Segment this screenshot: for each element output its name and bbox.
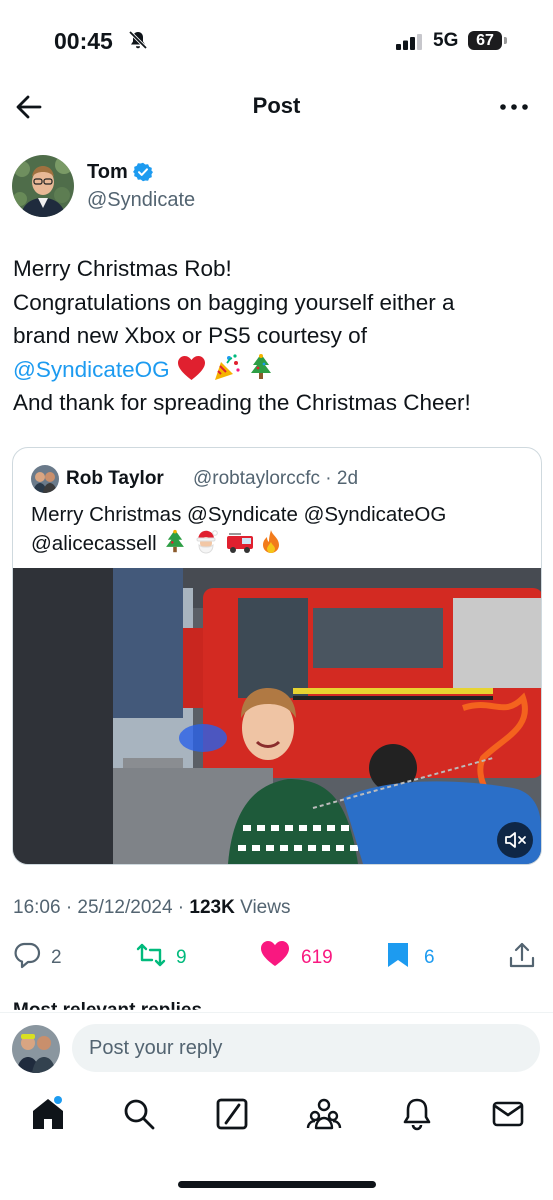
share-button[interactable] xyxy=(509,941,537,973)
post-timestamp-views: 16:06 · 25/12/2024 · 123K Views xyxy=(13,897,290,919)
quoted-text-line: Merry Christmas @Syndicate @SyndicateOG xyxy=(31,503,447,526)
volume-muted-icon xyxy=(505,832,526,848)
repost-icon xyxy=(136,943,166,967)
mute-video-button[interactable] xyxy=(497,822,533,858)
reply-button[interactable]: 2 xyxy=(13,941,73,973)
reply-composer xyxy=(0,1012,553,1081)
author-name[interactable]: Tom xyxy=(87,161,128,184)
like-button[interactable]: 619 xyxy=(261,941,341,973)
fire-engine-emoji-icon xyxy=(226,533,253,553)
reply-count: 2 xyxy=(51,947,62,968)
reply-bubble-icon xyxy=(14,942,41,969)
fire-emoji-icon xyxy=(263,530,280,553)
status-time: 00:45 xyxy=(54,28,113,54)
santa-emoji-icon xyxy=(196,530,218,554)
post-text-line-mention: @SyndicateOG xyxy=(13,353,533,387)
home-indicator xyxy=(178,1181,376,1188)
christmas-tree-emoji-icon xyxy=(166,529,185,553)
bell-off-icon xyxy=(128,30,148,50)
top-navigation: Post xyxy=(0,80,553,134)
battery-tip xyxy=(504,37,507,44)
bookmark-button[interactable]: 6 xyxy=(386,941,446,973)
signal-strength-icon xyxy=(396,34,422,50)
mention-link[interactable]: @SyndicateOG xyxy=(13,357,170,382)
search-icon[interactable] xyxy=(121,1096,157,1132)
quoted-avatar[interactable] xyxy=(31,465,59,493)
share-icon xyxy=(509,942,535,968)
video-frame-image xyxy=(13,568,541,864)
bottom-tab-bar xyxy=(0,1080,553,1154)
quoted-post[interactable]: Rob Taylor @robtaylorccfc · 2d Merry Chr… xyxy=(12,447,542,865)
post-author: Tom @Syndicate xyxy=(12,155,532,219)
communities-icon[interactable] xyxy=(306,1096,342,1132)
grok-icon[interactable] xyxy=(214,1096,250,1132)
quoted-post-header: Rob Taylor @robtaylorccfc · 2d xyxy=(31,465,531,493)
red-heart-emoji-icon xyxy=(177,355,205,380)
post-text-line: brand new Xbox or PS5 courtesy of xyxy=(13,323,367,348)
notifications-bell-icon[interactable] xyxy=(399,1096,435,1132)
quoted-author-handle: @robtaylorccfc · 2d xyxy=(193,468,359,489)
network-type: 5G xyxy=(433,30,459,51)
quoted-text-line-emoji: @alicecassell xyxy=(31,529,521,558)
more-horizontal-icon[interactable] xyxy=(498,92,530,122)
post-text-line: Merry Christmas Rob! xyxy=(13,256,232,281)
post-timestamp: 16:06 · 25/12/2024 · xyxy=(13,897,190,918)
battery-level: 67 xyxy=(468,31,502,50)
messages-mail-icon[interactable] xyxy=(490,1096,526,1132)
reply-input[interactable] xyxy=(72,1024,540,1072)
current-user-avatar[interactable] xyxy=(12,1025,60,1073)
bookmark-icon xyxy=(388,943,408,967)
post-text: Merry Christmas Rob! Congratulations on … xyxy=(13,252,533,420)
repost-count: 9 xyxy=(176,947,187,968)
quoted-post-text: Merry Christmas @Syndicate @SyndicateOG … xyxy=(31,501,521,558)
verified-badge-icon xyxy=(133,162,153,182)
author-handle[interactable]: @Syndicate xyxy=(87,189,195,212)
page-title: Post xyxy=(252,93,301,118)
repost-button[interactable]: 9 xyxy=(136,941,196,973)
views-label: Views xyxy=(234,897,291,918)
post-text-line: And thank for spreading the Christmas Ch… xyxy=(13,390,471,415)
christmas-tree-emoji-icon xyxy=(251,353,272,379)
views-count: 123K xyxy=(189,897,235,918)
avatar[interactable] xyxy=(12,155,74,217)
quoted-author-name: Rob Taylor xyxy=(66,468,164,489)
post-actions: 2 9 619 6 xyxy=(0,935,553,981)
party-popper-emoji-icon xyxy=(215,353,240,380)
quoted-video[interactable] xyxy=(13,568,541,864)
bookmark-count: 6 xyxy=(424,947,435,968)
status-bar: 00:45 5G 67 xyxy=(0,0,553,80)
post-text-line: Congratulations on bagging yourself eith… xyxy=(13,289,455,315)
home-unread-dot xyxy=(54,1096,62,1104)
quoted-mention: @alicecassell xyxy=(31,532,157,555)
like-count: 619 xyxy=(301,947,333,968)
heart-icon xyxy=(261,941,289,966)
